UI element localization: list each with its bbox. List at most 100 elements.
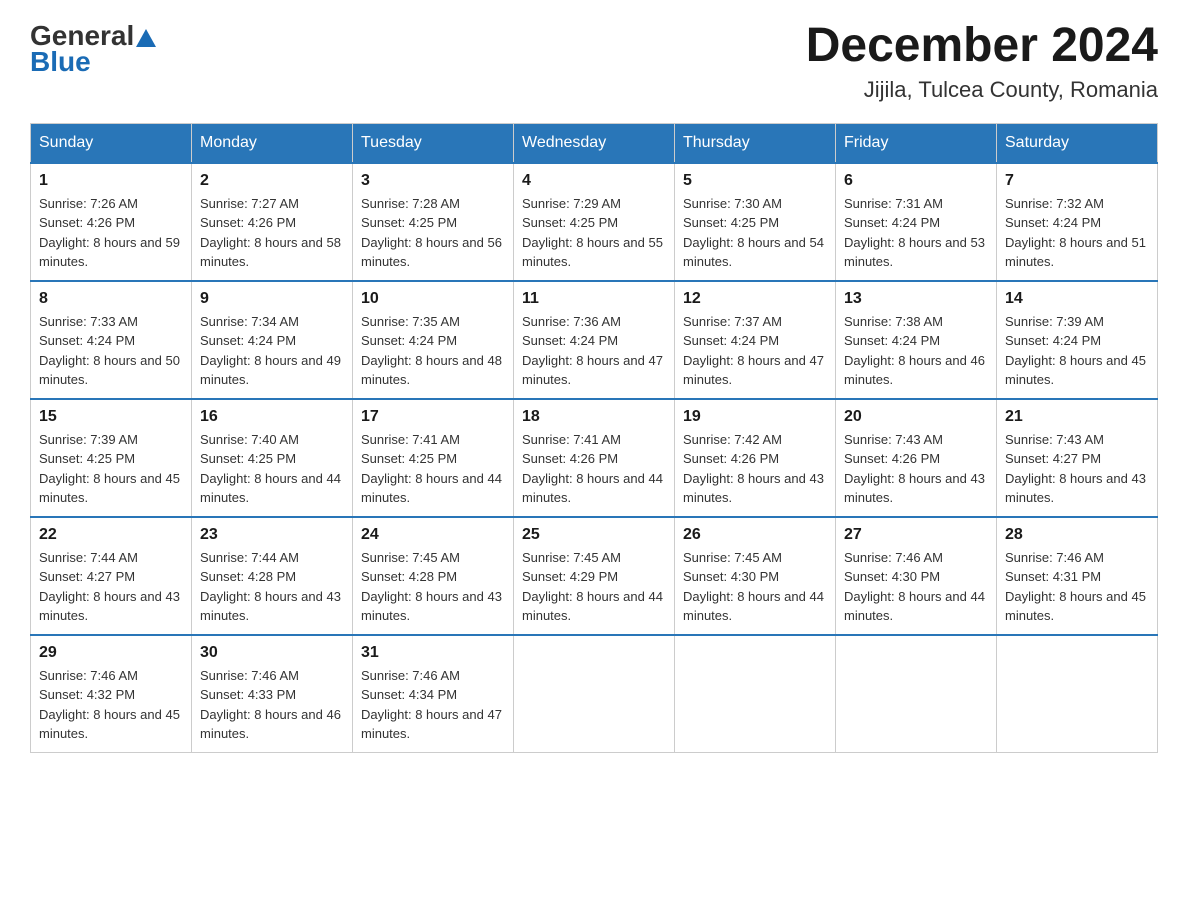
day-number: 25 (522, 526, 666, 544)
day-info: Sunrise: 7:45 AMSunset: 4:28 PMDaylight:… (361, 548, 505, 626)
day-number: 6 (844, 172, 988, 190)
calendar-cell: 7Sunrise: 7:32 AMSunset: 4:24 PMDaylight… (997, 163, 1158, 281)
weekday-wednesday: Wednesday (514, 123, 675, 163)
day-info: Sunrise: 7:46 AMSunset: 4:31 PMDaylight:… (1005, 548, 1149, 626)
calendar-cell: 16 Sunrise: 7:40 AMSunset: 4:25 PMDayligh… (192, 399, 353, 517)
day-info: Sunrise: 7:43 AMSunset: 4:27 PMDaylight:… (1005, 430, 1149, 508)
day-number: 22 (39, 526, 183, 544)
day-number: 5 (683, 172, 827, 190)
calendar-cell: 19 Sunrise: 7:42 AMSunset: 4:26 PMDayligh… (675, 399, 836, 517)
calendar-cell: 6 Sunrise: 7:31 AMSunset: 4:24 PMDaylight… (836, 163, 997, 281)
day-number: 10 (361, 290, 505, 308)
day-number: 17 (361, 408, 505, 426)
day-info: Sunrise: 7:33 AMSunset: 4:24 PMDaylight:… (39, 312, 183, 390)
calendar-cell: 28Sunrise: 7:46 AMSunset: 4:31 PMDayligh… (997, 517, 1158, 635)
day-number: 13 (844, 290, 988, 308)
day-number: 30 (200, 644, 344, 662)
day-number: 26 (683, 526, 827, 544)
calendar-table: SundayMondayTuesdayWednesdayThursdayFrid… (30, 123, 1158, 753)
day-number: 12 (683, 290, 827, 308)
day-info: Sunrise: 7:39 AMSunset: 4:24 PMDaylight:… (1005, 312, 1149, 390)
calendar-cell: 5 Sunrise: 7:30 AMSunset: 4:25 PMDaylight… (675, 163, 836, 281)
day-number: 19 (683, 408, 827, 426)
calendar-cell (675, 635, 836, 753)
calendar-cell: 22Sunrise: 7:44 AMSunset: 4:27 PMDayligh… (31, 517, 192, 635)
weekday-monday: Monday (192, 123, 353, 163)
day-info: Sunrise: 7:36 AMSunset: 4:24 PMDaylight:… (522, 312, 666, 390)
title-area: December 2024 Jijila, Tulcea County, Rom… (806, 20, 1158, 103)
calendar-cell: 20 Sunrise: 7:43 AMSunset: 4:26 PMDayligh… (836, 399, 997, 517)
day-info: Sunrise: 7:30 AMSunset: 4:25 PMDaylight:… (683, 194, 827, 272)
calendar-cell: 1Sunrise: 7:26 AMSunset: 4:26 PMDaylight… (31, 163, 192, 281)
calendar-cell: 2 Sunrise: 7:27 AMSunset: 4:26 PMDaylight… (192, 163, 353, 281)
day-info: Sunrise: 7:41 AMSunset: 4:25 PMDaylight:… (361, 430, 505, 508)
day-info: Sunrise: 7:41 AMSunset: 4:26 PMDaylight:… (522, 430, 666, 508)
weekday-friday: Friday (836, 123, 997, 163)
month-title: December 2024 (806, 20, 1158, 73)
day-number: 14 (1005, 290, 1149, 308)
day-info: Sunrise: 7:46 AMSunset: 4:32 PMDaylight:… (39, 666, 183, 744)
day-number: 18 (522, 408, 666, 426)
day-info: Sunrise: 7:29 AMSunset: 4:25 PMDaylight:… (522, 194, 666, 272)
day-info: Sunrise: 7:31 AMSunset: 4:24 PMDaylight:… (844, 194, 988, 272)
day-number: 29 (39, 644, 183, 662)
weekday-tuesday: Tuesday (353, 123, 514, 163)
calendar-cell: 24 Sunrise: 7:45 AMSunset: 4:28 PMDayligh… (353, 517, 514, 635)
day-info: Sunrise: 7:46 AMSunset: 4:30 PMDaylight:… (844, 548, 988, 626)
day-info: Sunrise: 7:39 AMSunset: 4:25 PMDaylight:… (39, 430, 183, 508)
calendar-cell: 25Sunrise: 7:45 AMSunset: 4:29 PMDayligh… (514, 517, 675, 635)
day-info: Sunrise: 7:27 AMSunset: 4:26 PMDaylight:… (200, 194, 344, 272)
weekday-header-row: SundayMondayTuesdayWednesdayThursdayFrid… (31, 123, 1158, 163)
weekday-thursday: Thursday (675, 123, 836, 163)
calendar-cell: 23 Sunrise: 7:44 AMSunset: 4:28 PMDayligh… (192, 517, 353, 635)
calendar-cell: 9Sunrise: 7:34 AMSunset: 4:24 PMDaylight… (192, 281, 353, 399)
day-info: Sunrise: 7:46 AMSunset: 4:33 PMDaylight:… (200, 666, 344, 744)
day-info: Sunrise: 7:43 AMSunset: 4:26 PMDaylight:… (844, 430, 988, 508)
day-number: 7 (1005, 172, 1149, 190)
day-info: Sunrise: 7:40 AMSunset: 4:25 PMDaylight:… (200, 430, 344, 508)
day-info: Sunrise: 7:37 AMSunset: 4:24 PMDaylight:… (683, 312, 827, 390)
logo-text-blue: Blue (30, 46, 91, 78)
calendar-cell: 27 Sunrise: 7:46 AMSunset: 4:30 PMDayligh… (836, 517, 997, 635)
day-number: 4 (522, 172, 666, 190)
day-number: 2 (200, 172, 344, 190)
day-info: Sunrise: 7:28 AMSunset: 4:25 PMDaylight:… (361, 194, 505, 272)
week-row-5: 29 Sunrise: 7:46 AMSunset: 4:32 PMDayligh… (31, 635, 1158, 753)
day-info: Sunrise: 7:46 AMSunset: 4:34 PMDaylight:… (361, 666, 505, 744)
day-number: 21 (1005, 408, 1149, 426)
calendar-cell (836, 635, 997, 753)
calendar-cell: 12 Sunrise: 7:37 AMSunset: 4:24 PMDayligh… (675, 281, 836, 399)
week-row-3: 15 Sunrise: 7:39 AMSunset: 4:25 PMDayligh… (31, 399, 1158, 517)
day-number: 16 (200, 408, 344, 426)
week-row-1: 1Sunrise: 7:26 AMSunset: 4:26 PMDaylight… (31, 163, 1158, 281)
calendar-cell: 11 Sunrise: 7:36 AMSunset: 4:24 PMDayligh… (514, 281, 675, 399)
day-number: 20 (844, 408, 988, 426)
day-number: 27 (844, 526, 988, 544)
weekday-saturday: Saturday (997, 123, 1158, 163)
week-row-2: 8Sunrise: 7:33 AMSunset: 4:24 PMDaylight… (31, 281, 1158, 399)
day-info: Sunrise: 7:35 AMSunset: 4:24 PMDaylight:… (361, 312, 505, 390)
calendar-cell: 13Sunrise: 7:38 AMSunset: 4:24 PMDayligh… (836, 281, 997, 399)
calendar-cell: 31Sunrise: 7:46 AMSunset: 4:34 PMDayligh… (353, 635, 514, 753)
day-number: 11 (522, 290, 666, 308)
week-row-4: 22Sunrise: 7:44 AMSunset: 4:27 PMDayligh… (31, 517, 1158, 635)
weekday-sunday: Sunday (31, 123, 192, 163)
day-info: Sunrise: 7:45 AMSunset: 4:30 PMDaylight:… (683, 548, 827, 626)
calendar-cell: 26 Sunrise: 7:45 AMSunset: 4:30 PMDayligh… (675, 517, 836, 635)
page-header: General Blue December 2024 Jijila, Tulce… (30, 20, 1158, 103)
day-number: 3 (361, 172, 505, 190)
calendar-cell: 10 Sunrise: 7:35 AMSunset: 4:24 PMDayligh… (353, 281, 514, 399)
calendar-cell (997, 635, 1158, 753)
calendar-cell: 21 Sunrise: 7:43 AMSunset: 4:27 PMDayligh… (997, 399, 1158, 517)
calendar-cell: 3 Sunrise: 7:28 AMSunset: 4:25 PMDaylight… (353, 163, 514, 281)
logo: General Blue (30, 20, 156, 78)
calendar-cell: 18 Sunrise: 7:41 AMSunset: 4:26 PMDayligh… (514, 399, 675, 517)
calendar-cell: 30 Sunrise: 7:46 AMSunset: 4:33 PMDayligh… (192, 635, 353, 753)
day-info: Sunrise: 7:44 AMSunset: 4:28 PMDaylight:… (200, 548, 344, 626)
day-number: 15 (39, 408, 183, 426)
day-number: 23 (200, 526, 344, 544)
day-info: Sunrise: 7:26 AMSunset: 4:26 PMDaylight:… (39, 194, 183, 272)
day-number: 24 (361, 526, 505, 544)
day-info: Sunrise: 7:42 AMSunset: 4:26 PMDaylight:… (683, 430, 827, 508)
calendar-cell: 29 Sunrise: 7:46 AMSunset: 4:32 PMDayligh… (31, 635, 192, 753)
